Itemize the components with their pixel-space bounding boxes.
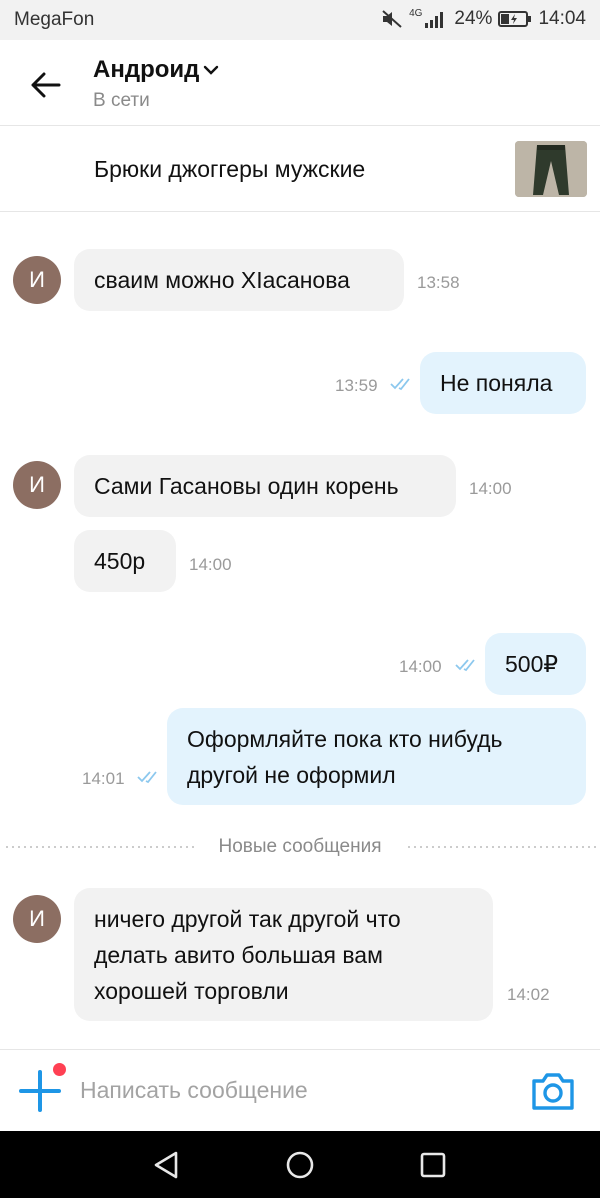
square-recents-icon xyxy=(420,1152,446,1178)
message-bubble-incoming[interactable]: сваим можно ХIасанова xyxy=(74,249,404,311)
message-input[interactable]: Написать сообщение xyxy=(80,1077,308,1104)
read-ticks-icon xyxy=(137,771,157,784)
message-time: 13:58 xyxy=(417,273,460,292)
contact-name-row[interactable]: Андроид xyxy=(93,56,219,84)
nav-home-button[interactable] xyxy=(283,1149,317,1181)
contact-name: Андроид xyxy=(93,56,200,83)
chat-header: Андроид В сети xyxy=(0,40,600,126)
message-composer: Написать сообщение xyxy=(0,1049,600,1131)
message-bubble-incoming[interactable]: Сами Гасановы один корень xyxy=(74,455,456,517)
avatar[interactable]: И xyxy=(13,461,61,509)
camera-icon xyxy=(532,1073,574,1110)
read-ticks-icon xyxy=(455,659,475,672)
message-time: 14:02 xyxy=(507,985,550,1004)
avatar[interactable]: И xyxy=(13,256,61,304)
battery-icon xyxy=(498,10,532,28)
mute-icon xyxy=(381,9,403,29)
new-messages-divider: Новые сообщения xyxy=(0,836,600,860)
online-status: В сети xyxy=(93,90,150,111)
message-bubble-outgoing[interactable]: Не поняла xyxy=(420,352,586,414)
circle-home-icon xyxy=(286,1151,314,1179)
product-name: Брюки джоггеры мужские xyxy=(94,156,366,182)
message-time: 14:00 xyxy=(189,555,232,574)
network-type: 4G xyxy=(409,8,423,19)
message-bubble-outgoing[interactable]: 500₽ xyxy=(485,633,586,695)
message-time: 13:59 xyxy=(335,376,378,395)
avatar[interactable]: И xyxy=(13,895,61,943)
system-nav-bar xyxy=(0,1131,600,1198)
divider-label: Новые сообщения xyxy=(206,836,394,857)
message-time: 14:00 xyxy=(469,479,512,498)
clock: 14:04 xyxy=(538,8,586,29)
message-bubble-incoming[interactable]: 450р xyxy=(74,530,176,592)
message-bubble-outgoing[interactable]: Оформляйте пока кто нибудь другой не офо… xyxy=(167,708,586,805)
triangle-back-icon xyxy=(154,1151,178,1179)
notification-dot xyxy=(53,1063,66,1076)
product-bar[interactable]: Брюки джоггеры мужские xyxy=(0,127,600,212)
message-bubble-incoming[interactable]: ничего другой так другой что делать авит… xyxy=(74,888,493,1021)
signal-icon: 4G xyxy=(409,9,448,29)
attach-button[interactable] xyxy=(18,1063,66,1113)
status-icons: 4G 24% 14:04 xyxy=(381,8,586,30)
read-ticks-icon xyxy=(390,378,410,391)
pants-thumbnail[interactable] xyxy=(515,141,587,197)
chevron-down-icon xyxy=(204,65,219,75)
back-button[interactable] xyxy=(26,65,66,105)
camera-button[interactable] xyxy=(530,1070,576,1112)
message-time: 14:01 xyxy=(82,769,125,788)
battery-percent: 24% xyxy=(454,8,493,29)
plus-icon xyxy=(19,1070,61,1112)
nav-recents-button[interactable] xyxy=(416,1149,450,1181)
message-time: 14:00 xyxy=(399,657,442,676)
carrier-name: MegaFon xyxy=(14,9,95,30)
arrow-back-icon xyxy=(31,72,61,98)
nav-back-button[interactable] xyxy=(150,1149,184,1181)
status-bar: MegaFon 4G 24% 14:04 xyxy=(0,0,600,40)
contact-info[interactable]: Андроид В сети xyxy=(93,56,219,112)
